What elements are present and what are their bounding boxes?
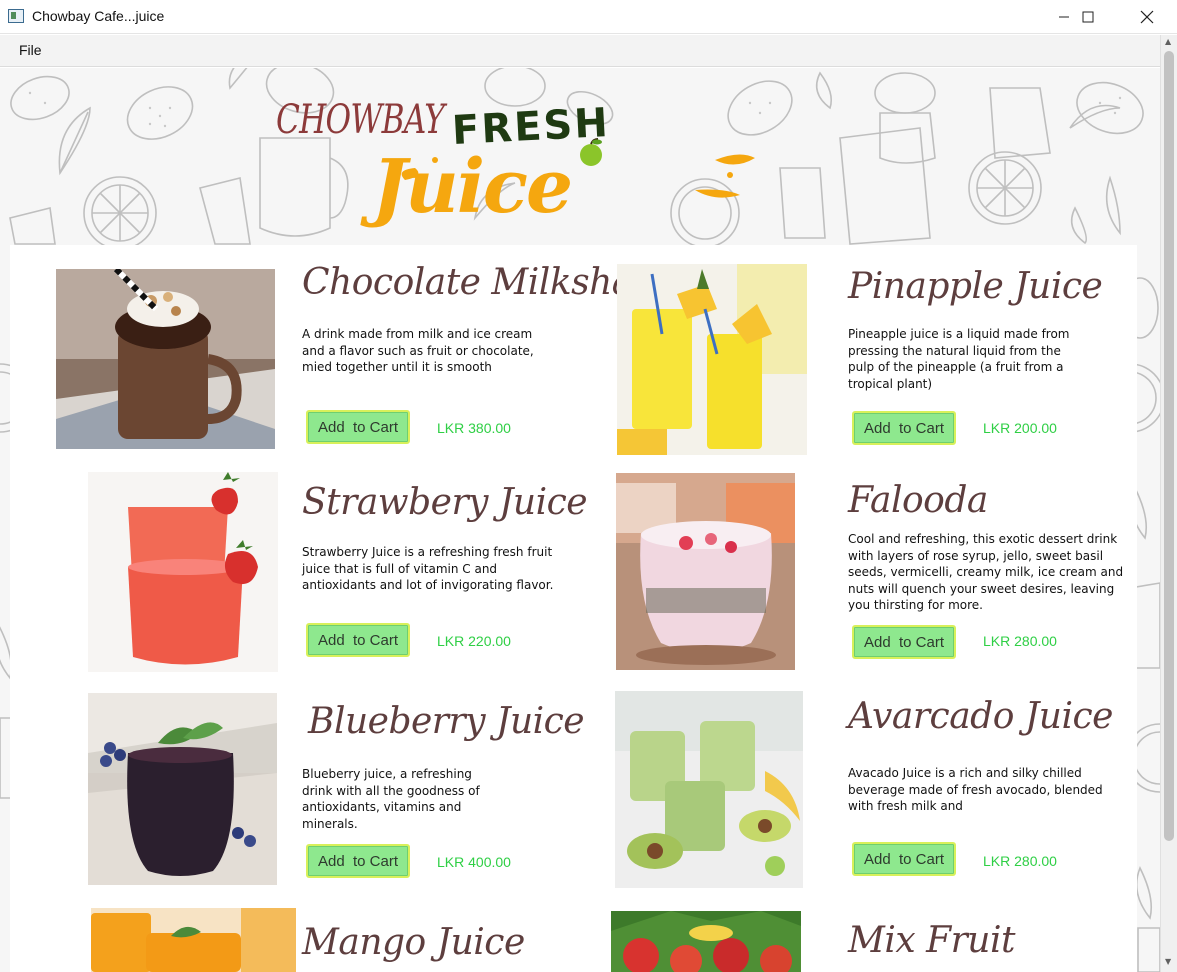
price-falooda: LKR 280.00 [983,633,1057,649]
price-chocolate-milkshake: LKR 380.00 [437,420,511,436]
mix-fruit-image [611,911,801,972]
blueberry-juice-image [88,693,277,885]
add-to-cart-button-falooda[interactable]: Add to Cart [852,625,956,659]
window-title: Chowbay Cafe...juice [32,8,165,24]
product-name-pinapple-juice: Pinapple Juice [848,266,1103,307]
falooda-image [616,473,795,670]
add-to-cart-button-blueberry-juice[interactable]: Add to Cart [306,844,410,878]
app-icon [8,9,24,23]
vertical-scrollbar[interactable]: ▲ ▼ [1160,35,1177,972]
scroll-up-arrow-icon[interactable]: ▲ [1165,37,1171,46]
product-desc-chocolate-milkshake: A drink made from milk and ice cream and… [302,327,534,375]
add-to-cart-button-strawbery-juice[interactable]: Add to Cart [306,623,410,657]
maximize-icon[interactable] [1065,0,1111,34]
close-icon[interactable] [1124,0,1170,34]
main-content: CHOWBAY FRESH Juice Chocolate Milkshake … [0,68,1160,972]
avocado-juice-image [615,691,803,888]
product-name-strawbery-juice: Strawbery Juice [302,482,588,523]
menu-file[interactable]: File [19,42,42,58]
menu-bar: File [0,35,1160,67]
product-name-blueberry-juice: Blueberry Juice [308,701,585,742]
logo-chowbay-text: CHOWBAY [276,97,445,143]
scroll-thumb[interactable] [1164,51,1174,841]
product-name-falooda: Falooda [848,480,988,521]
add-to-cart-button-pinapple-juice[interactable]: Add to Cart [852,411,956,445]
scroll-down-arrow-icon[interactable]: ▼ [1165,957,1171,966]
pineapple-juice-image [617,264,807,455]
product-desc-blueberry-juice: Blueberry juice, a refreshing drink with… [302,767,480,831]
price-strawbery-juice: LKR 220.00 [437,633,511,649]
juice-splash-icon [401,154,755,203]
add-to-cart-button-avarcado-juice[interactable]: Add to Cart [852,842,956,876]
product-desc-avarcado-juice: Avacado Juice is a rich and silky chille… [848,766,1103,814]
chocolate-milkshake-image [56,269,275,449]
product-name-mango-juice: Mango Juice [302,922,525,963]
price-blueberry-juice: LKR 400.00 [437,854,511,870]
product-desc-pinapple-juice: Pineapple juice is a liquid made from pr… [848,327,1070,391]
strawberry-juice-image [88,472,278,672]
product-name-avarcado-juice: Avarcado Juice [848,696,1113,737]
price-avarcado-juice: LKR 280.00 [983,853,1057,869]
mango-juice-image [91,908,296,972]
price-pinapple-juice: LKR 200.00 [983,420,1057,436]
product-desc-falooda: Cool and refreshing, this exotic dessert… [848,532,1124,613]
header-banner: CHOWBAY FRESH Juice [0,68,1160,245]
title-bar: Chowbay Cafe...juice [0,0,1177,34]
product-name-mix-fruit: Mix Fruit [848,920,1015,961]
product-desc-strawbery-juice: Strawberry Juice is a refreshing fresh f… [302,545,554,593]
add-to-cart-button-chocolate-milkshake[interactable]: Add to Cart [306,410,410,444]
